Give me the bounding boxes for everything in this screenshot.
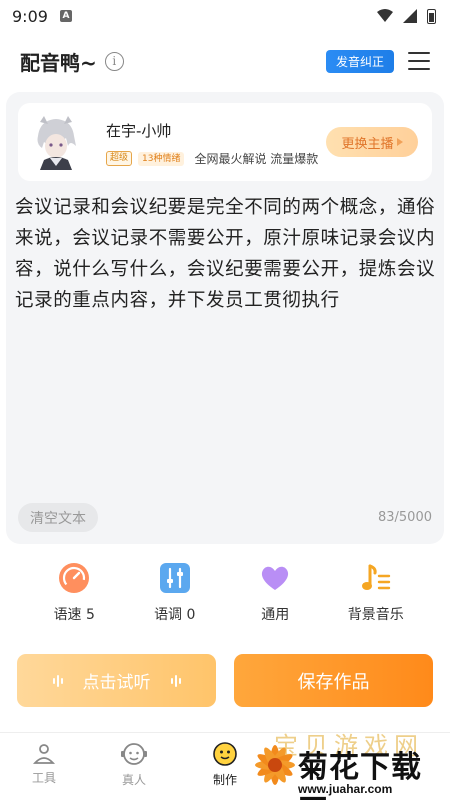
tool-style-label: 通用	[261, 607, 290, 623]
tool-style[interactable]: 通用	[230, 562, 320, 632]
sliders-icon	[159, 563, 190, 593]
pronunciation-correction-button[interactable]: 发音纠正	[325, 49, 394, 73]
app-title: 配音鸭~	[20, 50, 97, 75]
nav-item-tools[interactable]: 工具	[14, 741, 74, 786]
notification-a-icon: A	[59, 10, 72, 22]
music-note-icon	[361, 564, 390, 590]
tool-pitch[interactable]: 语调 0	[130, 562, 220, 632]
tools-row: 语速 5 语调 0 通用 背景音乐	[0, 562, 450, 632]
char-count: 83/5000	[377, 510, 432, 525]
nav-label-create: 制作	[212, 773, 237, 787]
info-icon[interactable]: i	[104, 51, 124, 71]
anchor-card[interactable]: 在宇-小帅 超级 13种情绪 全网最火解说 流量爆款 更换主播	[18, 103, 432, 181]
level-badge: 超级	[106, 151, 133, 166]
anchor-description: 全网最火解说 流量爆款	[194, 152, 319, 166]
wifi-icon	[377, 9, 393, 22]
chrysanthemum-logo-icon	[255, 745, 295, 785]
anchor-meta: 超级 13种情绪 全网最火解说 流量爆款	[106, 150, 318, 167]
heart-icon	[262, 566, 289, 590]
sound-wave-icon	[170, 674, 181, 687]
listen-label: 点击试听	[82, 673, 151, 693]
change-anchor-button[interactable]: 更换主播	[326, 127, 418, 157]
watermark: 宝贝游戏网 菊花下载网 www.juahar.com	[250, 712, 450, 800]
sound-wave-icon	[52, 674, 63, 687]
nav-label-human: 真人	[121, 773, 146, 787]
signal-icon	[403, 9, 417, 23]
nav-label-tools: 工具	[31, 771, 56, 785]
status-bar: 9:09 A	[0, 0, 450, 32]
script-text-area[interactable]: 会议记录和会议纪要是完全不同的两个概念，通俗来说，会议记录不需要公开，原汁原味记…	[15, 192, 437, 316]
change-anchor-label: 更换主播	[341, 136, 394, 152]
preview-listen-button[interactable]: 点击试听	[17, 654, 216, 707]
clear-text-button[interactable]: 清空文本	[18, 503, 98, 532]
save-work-button[interactable]: 保存作品	[234, 654, 433, 707]
headset-face-icon	[121, 743, 147, 765]
status-time: 9:09	[12, 6, 48, 26]
person-tool-icon	[32, 744, 56, 764]
app-header: 配音鸭~ i 发音纠正	[0, 32, 450, 90]
tool-speed[interactable]: 语速 5	[29, 562, 119, 632]
menu-icon[interactable]	[408, 52, 430, 70]
tool-pitch-label: 语调 0	[154, 607, 196, 623]
emotion-badge: 13种情绪	[138, 151, 185, 166]
play-triangle-icon	[396, 138, 403, 146]
tool-speed-label: 语速 5	[53, 607, 95, 623]
anchor-name: 在宇-小帅	[106, 122, 172, 140]
anchor-avatar	[37, 116, 76, 170]
nav-item-human[interactable]: 真人	[104, 741, 164, 788]
editor-panel: 在宇-小帅 超级 13种情绪 全网最火解说 流量爆款 更换主播 会议记录和会议纪…	[6, 92, 444, 544]
speedometer-icon	[59, 563, 90, 593]
smiley-face-icon	[213, 742, 237, 766]
tool-bgm-label: 背景音乐	[347, 607, 404, 623]
battery-icon	[427, 8, 436, 24]
tool-bgm[interactable]: 背景音乐	[331, 562, 421, 632]
watermark-url: www.juahar.com	[298, 782, 393, 796]
nav-item-create[interactable]: 制作	[195, 741, 255, 788]
